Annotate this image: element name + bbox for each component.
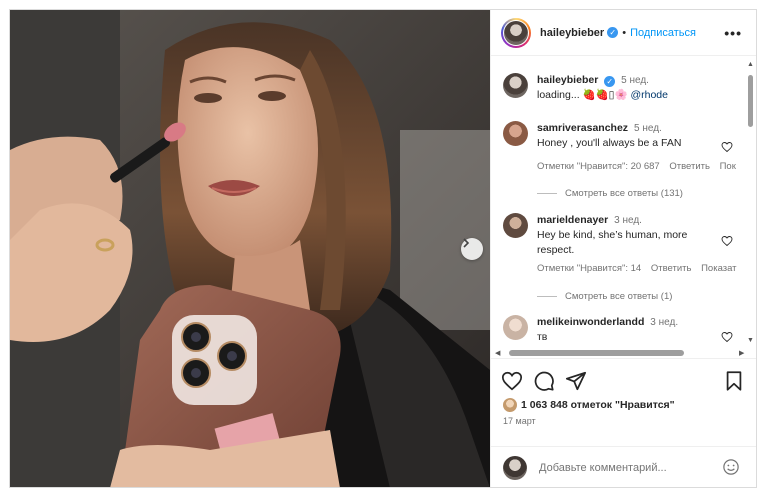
comment-icon[interactable]: [533, 370, 555, 392]
comments-list[interactable]: haileybieber ✓ 5 нед. loading... 🍓🍓▯🌸 @r…: [491, 57, 746, 347]
post-actions: [491, 370, 756, 398]
view-replies-button[interactable]: Смотреть все ответы (131): [537, 188, 683, 199]
likes-count[interactable]: 1 063 848 отметок "Нравится": [521, 399, 675, 411]
comment-username[interactable]: marieldenayer: [537, 214, 608, 226]
horizontal-scrollbar[interactable]: ◀ ▶: [491, 347, 756, 359]
scroll-right-arrow-icon[interactable]: ▶: [739, 349, 744, 357]
heart-icon[interactable]: [721, 235, 733, 247]
share-icon[interactable]: [565, 370, 587, 392]
comment-text-continued: respect.: [537, 244, 575, 256]
chevron-right-icon: [463, 238, 470, 248]
avatar: [504, 20, 528, 45]
heart-icon[interactable]: [721, 141, 733, 153]
post-header: haileybieber ✓ • Подписаться •••: [491, 10, 756, 56]
caption-text: loading... 🍓🍓▯🌸: [537, 89, 628, 101]
scroll-up-arrow-icon[interactable]: ▲: [747, 61, 754, 68]
more-options-icon[interactable]: •••: [724, 25, 742, 41]
separator-dot: •: [622, 26, 627, 39]
vertical-scrollbar[interactable]: ▲ ▼: [745, 57, 755, 347]
story-ring[interactable]: [501, 17, 531, 48]
add-comment-bar: [491, 446, 756, 487]
scrollbar-thumb[interactable]: [748, 75, 753, 127]
comment-text: Hey be kind, she’s human, more: [537, 229, 688, 241]
avatar[interactable]: [503, 121, 528, 146]
scrollbar-thumb[interactable]: [509, 350, 684, 356]
comment-text: тв: [537, 331, 548, 343]
post-photo[interactable]: [10, 10, 490, 487]
comment-time: 3 нед.: [614, 215, 642, 226]
heart-icon[interactable]: [721, 331, 733, 343]
comment-time: 5 нед.: [633, 123, 662, 134]
comment-input[interactable]: [539, 461, 709, 474]
heart-icon[interactable]: [501, 370, 523, 392]
view-replies-button[interactable]: Смотреть все ответы (1): [537, 291, 672, 302]
author-username[interactable]: haileybieber: [540, 27, 604, 39]
caption-mention[interactable]: @rhode: [630, 89, 668, 101]
reply-button[interactable]: Ответить: [669, 161, 710, 172]
see-translation-button[interactable]: Показат: [701, 263, 736, 274]
portrait-image: [10, 10, 490, 487]
scroll-down-arrow-icon[interactable]: ▼: [747, 337, 754, 344]
follow-button[interactable]: Подписаться: [630, 27, 696, 39]
avatar: [503, 455, 527, 480]
comment-text: Honey , you'll always be a FAN: [537, 137, 682, 149]
emoji-icon[interactable]: [722, 458, 740, 476]
caption-time: 5 нед.: [621, 75, 649, 86]
avatar[interactable]: [503, 73, 528, 98]
comment-time: 3 нед.: [650, 317, 679, 328]
avatar[interactable]: [503, 213, 528, 238]
post-date[interactable]: 17 март: [503, 416, 536, 426]
comment-likes[interactable]: Отметки "Нравится": 20 687: [537, 161, 660, 172]
next-photo-button[interactable]: [461, 238, 483, 260]
post-modal: haileybieber ✓ • Подписаться ••• haileyb…: [9, 9, 757, 488]
avatar[interactable]: [503, 315, 528, 340]
see-translation-button[interactable]: Пок: [720, 161, 736, 172]
bookmark-icon[interactable]: [723, 370, 745, 392]
likes-summary[interactable]: 1 063 848 отметок "Нравится": [503, 398, 675, 412]
comment-meta: Отметки "Нравится": 14 Ответить Показат: [537, 263, 744, 274]
comment-username[interactable]: melikeinwonderlandd: [537, 316, 644, 328]
comment-meta: Отметки "Нравится": 20 687 Ответить Пок: [537, 161, 743, 172]
post-side-panel: haileybieber ✓ • Подписаться ••• haileyb…: [490, 10, 756, 487]
caption-username[interactable]: haileybieber: [537, 74, 598, 86]
avatar: [503, 398, 517, 412]
scroll-left-arrow-icon[interactable]: ◀: [495, 349, 500, 357]
comment-likes[interactable]: Отметки "Нравится": 14: [537, 263, 641, 274]
comment-username[interactable]: samriverasanchez: [537, 122, 628, 134]
reply-button[interactable]: Ответить: [651, 263, 692, 274]
verified-badge-icon: ✓: [604, 76, 616, 87]
verified-badge-icon: ✓: [607, 27, 619, 38]
